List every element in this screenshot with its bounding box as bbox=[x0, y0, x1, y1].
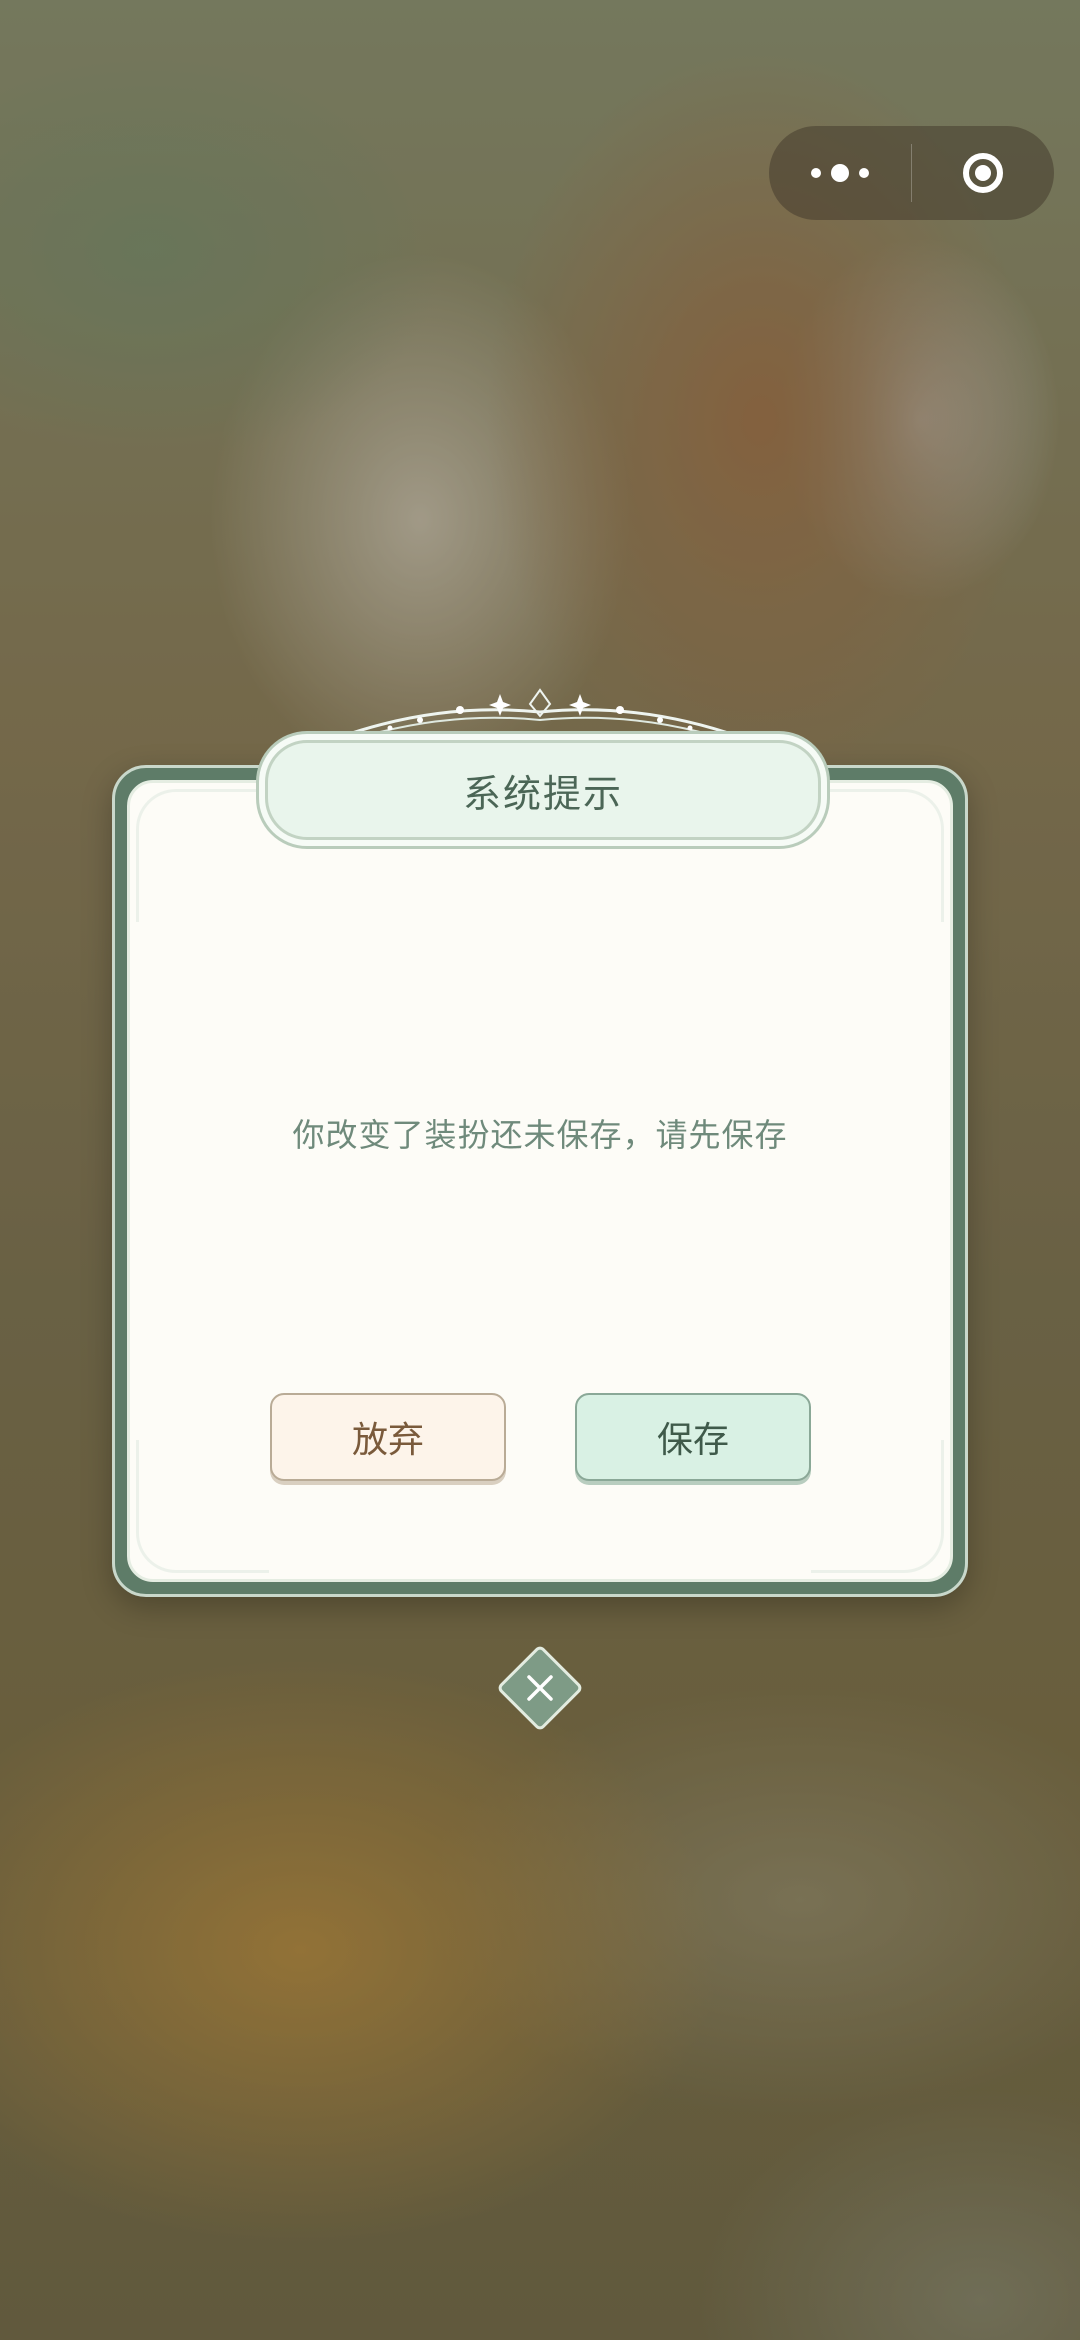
system-prompt-dialog bbox=[112, 765, 968, 1597]
discard-button[interactable]: 放弃 bbox=[270, 1393, 506, 1481]
target-close-icon bbox=[963, 153, 1003, 193]
capsule-close-button[interactable] bbox=[912, 126, 1054, 220]
more-dots-icon bbox=[811, 168, 821, 178]
more-dots-icon bbox=[831, 164, 849, 182]
more-dots-icon bbox=[859, 168, 869, 178]
dialog-title-plate: 系统提示 bbox=[265, 740, 821, 840]
corner-ornament bbox=[136, 789, 269, 922]
dialog-title: 系统提示 bbox=[462, 771, 623, 816]
dialog-body bbox=[127, 780, 953, 1582]
more-button[interactable] bbox=[769, 126, 911, 220]
title-crown-ornament bbox=[339, 688, 741, 739]
corner-ornament bbox=[136, 1440, 269, 1573]
save-button[interactable]: 保存 bbox=[575, 1393, 811, 1481]
miniprogram-capsule bbox=[769, 126, 1054, 220]
close-x-icon bbox=[509, 1657, 571, 1719]
corner-ornament bbox=[811, 789, 944, 922]
corner-ornament bbox=[811, 1440, 944, 1573]
dialog-message: 你改变了装扮还未保存，请先保存 bbox=[292, 1116, 788, 1154]
